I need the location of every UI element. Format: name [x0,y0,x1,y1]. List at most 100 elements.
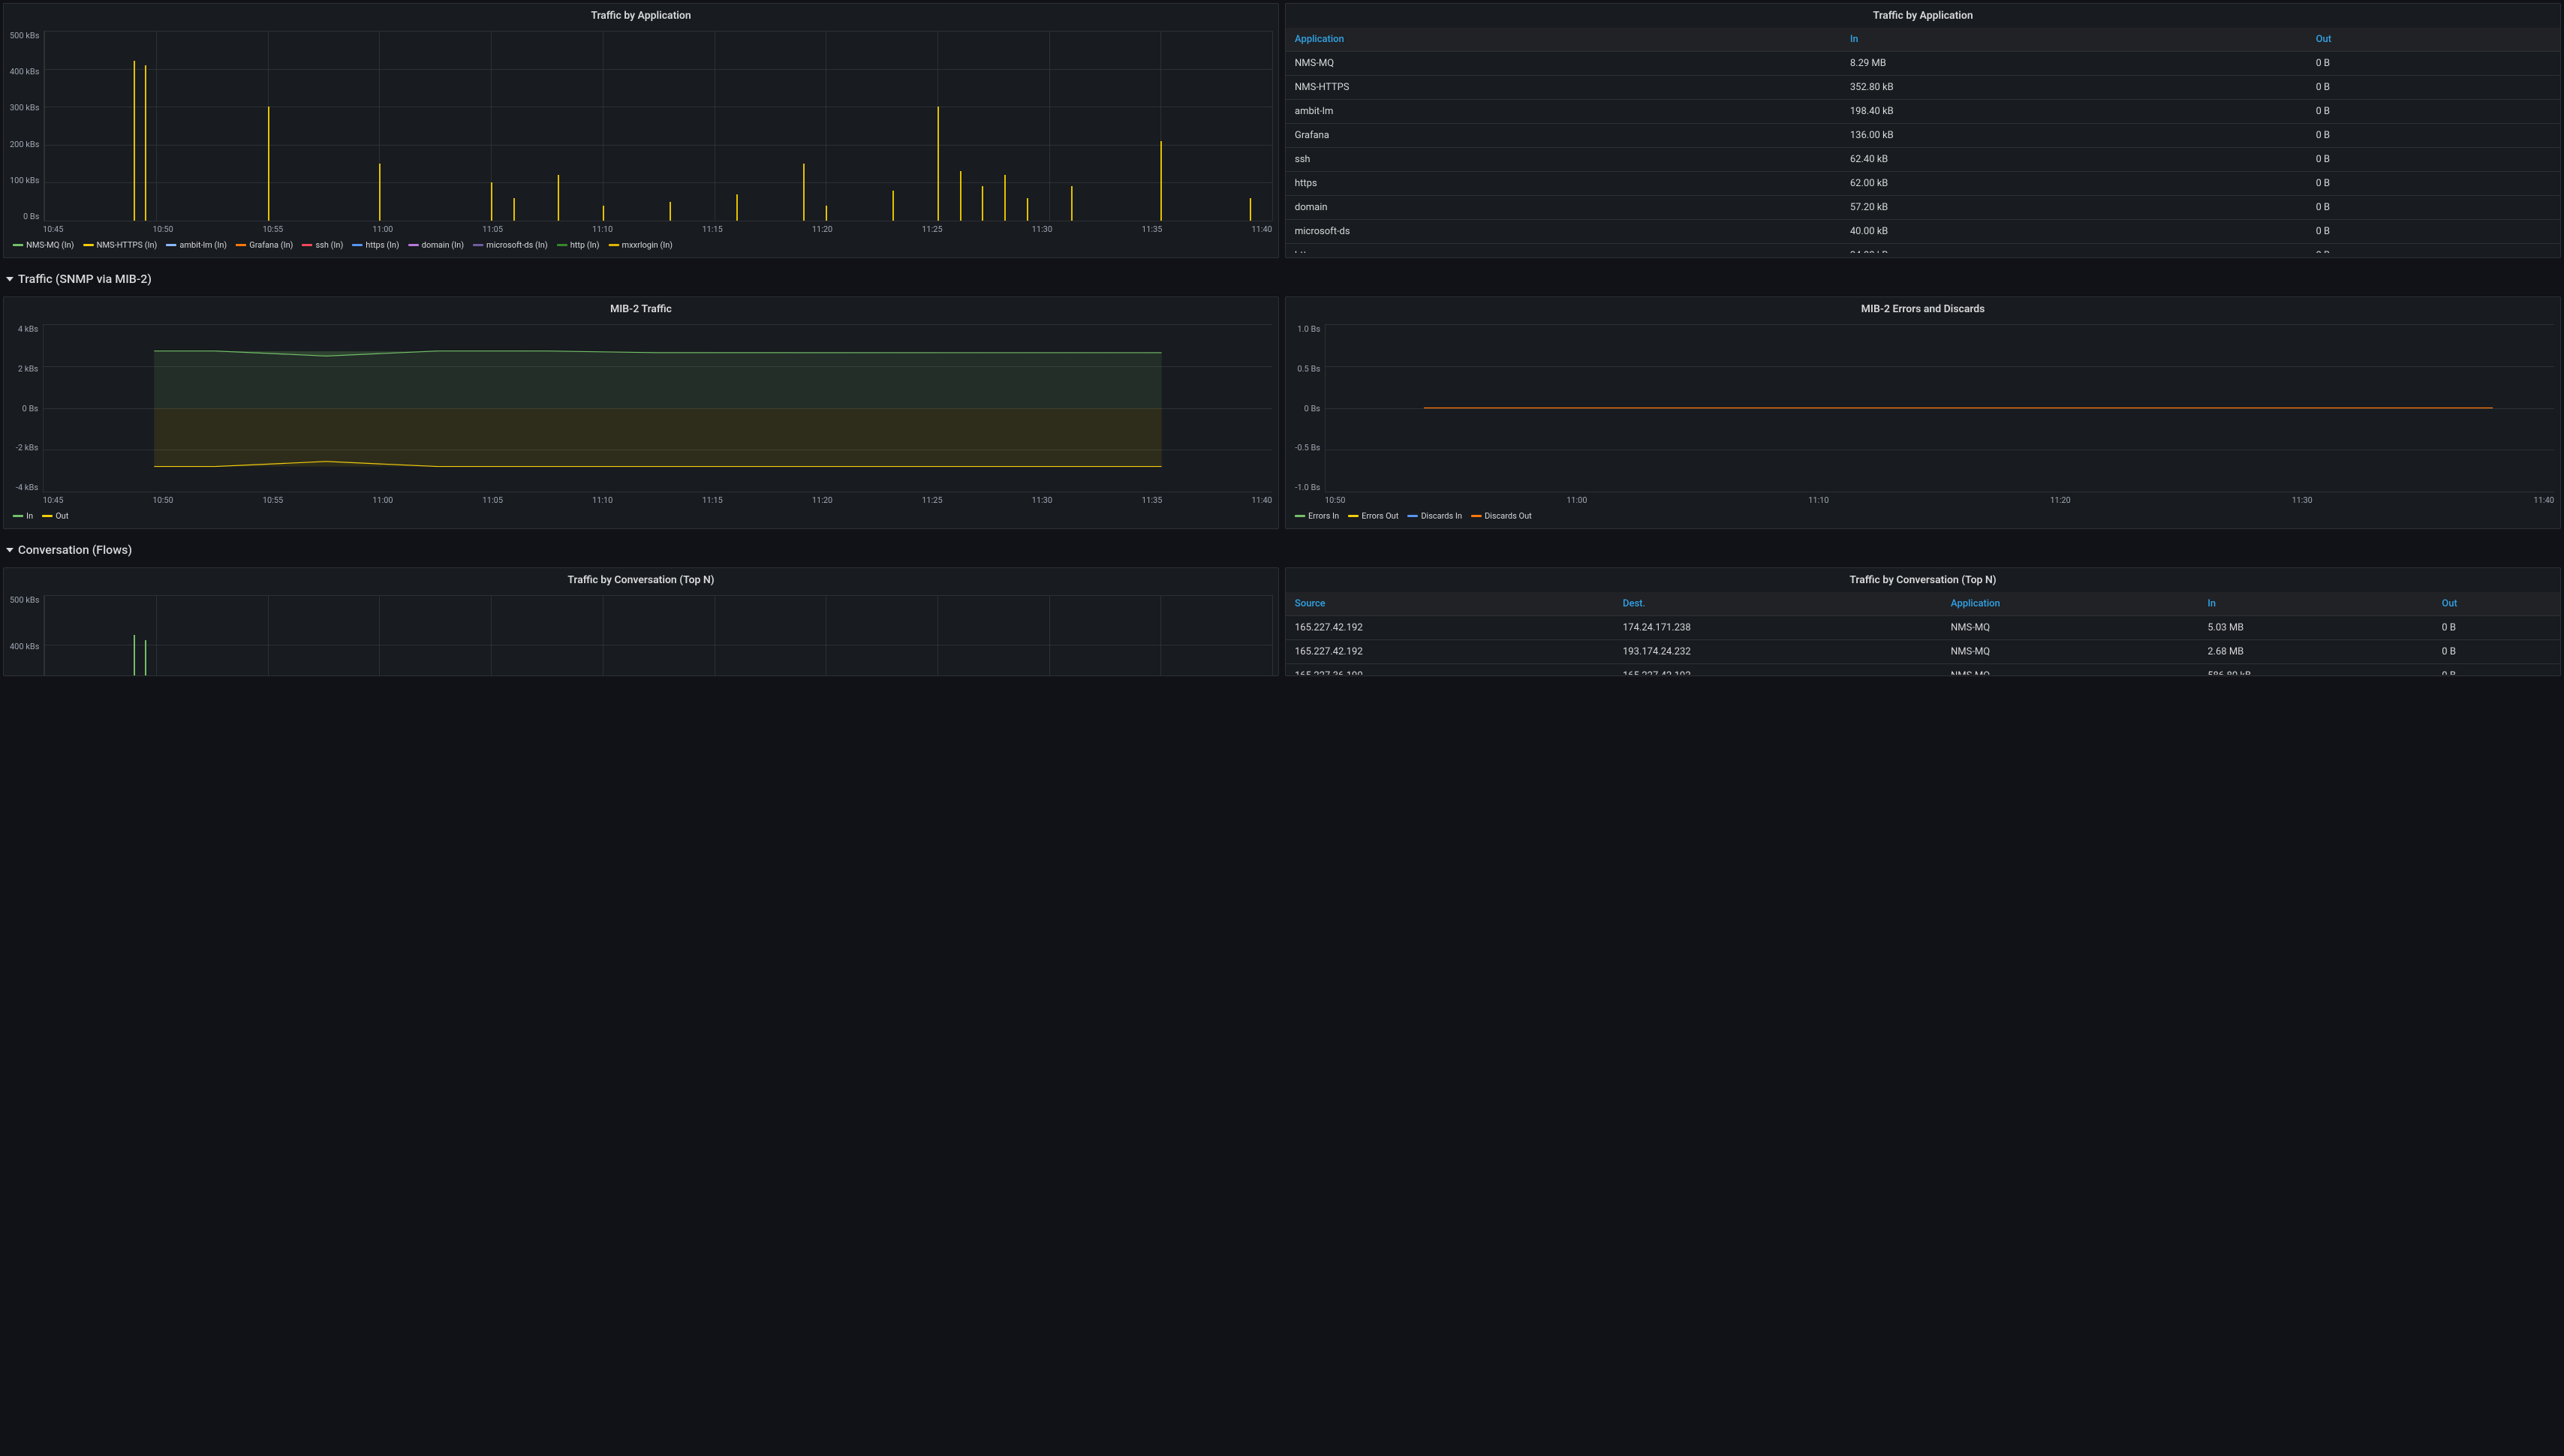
chart-bar [603,206,604,221]
col-in[interactable]: In [1841,28,2307,52]
panel-title: Traffic by Application [4,4,1278,28]
chart-bar [558,175,559,221]
legend-item[interactable]: Discards Out [1471,511,1532,521]
table-row[interactable]: http24.00 kB0 B [1286,244,2560,254]
legend-swatch [352,244,363,246]
chart-bar [937,107,939,221]
col-out[interactable]: Out [2307,28,2560,52]
legend-item[interactable]: https (In) [352,240,399,250]
panel-mib2-traffic[interactable]: MIB-2 Traffic 4 kBs 2 kBs 0 Bs -2 kBs -4… [3,296,1279,529]
panel-title: Traffic by Application [1286,4,2560,28]
col-in[interactable]: In [2198,592,2433,616]
table-row[interactable]: NMS-HTTPS352.80 kB0 B [1286,76,2560,100]
table-row[interactable]: 165.227.42.192193.174.24.232NMS-MQ2.68 M… [1286,640,2560,664]
table-row[interactable]: Grafana136.00 kB0 B [1286,124,2560,148]
legend: In Out [10,505,1272,522]
legend-swatch [1471,515,1482,517]
col-source[interactable]: Source [1286,592,1614,616]
table-row[interactable]: domain57.20 kB0 B [1286,196,2560,220]
legend-item[interactable]: mxxrlogin (In) [609,240,673,250]
chart-bar [1004,175,1006,221]
legend-item[interactable]: http (In) [557,240,600,250]
y-axis: 1.0 Bs 0.5 Bs 0 Bs -0.5 Bs -1.0 Bs [1292,324,1325,492]
chart-bar [670,202,671,221]
col-out[interactable]: Out [2433,592,2560,616]
chart-bar [145,65,146,221]
table-row[interactable]: ambit-lm198.40 kB0 B [1286,100,2560,124]
legend: NMS-MQ (In) NMS-HTTPS (In) ambit-lm (In) Gr… [10,234,1272,251]
chart-bar [960,171,961,221]
chart-bar [1250,198,1251,221]
panel-traffic-by-app-chart[interactable]: Traffic by Application 500 kBs 400 kBs 3… [3,3,1279,258]
legend-item[interactable]: NMS-MQ (In) [13,240,74,250]
chart-bar [736,194,738,221]
legend-swatch [1295,515,1305,517]
chart-area[interactable]: 500 kBs 400 kBs 300 kBs 200 kBs 100 kBs … [10,31,1272,221]
panel-traffic-by-conv-chart[interactable]: Traffic by Conversation (Top N) 500 kBs … [3,567,1279,676]
chart-area[interactable]: 4 kBs 2 kBs 0 Bs -2 kBs -4 kBs [10,324,1272,492]
chart-bar [268,107,269,221]
legend-item[interactable]: domain (In) [408,240,464,250]
panel-title: Traffic by Conversation (Top N) [4,568,1278,592]
legend-swatch [42,515,53,517]
x-axis: 10:5011:0011:1011:2011:3011:40 [1292,492,2554,505]
table-row[interactable]: 165.227.36.190165.227.42.192NMS-MQ586.80… [1286,664,2560,675]
plot-area[interactable] [1325,324,2554,492]
legend-swatch [609,244,619,246]
chart-bar [1160,141,1162,221]
chart-bar [982,186,983,221]
legend-item[interactable]: NMS-HTTPS (In) [83,240,158,250]
chevron-down-icon [6,277,14,281]
chart-bar [379,164,381,221]
panel-traffic-by-app-table: Traffic by Application Application In Ou… [1285,3,2561,258]
y-axis: 4 kBs 2 kBs 0 Bs -2 kBs -4 kBs [10,324,43,492]
plot-area[interactable] [44,31,1272,221]
legend-item[interactable]: microsoft-ds (In) [473,240,548,250]
legend-swatch [13,515,23,517]
legend-swatch [236,244,246,246]
chart-area[interactable]: 500 kBs 400 kBs 300 kBs 200 kBs [10,595,1272,676]
legend-item[interactable]: Grafana (In) [236,240,293,250]
chart-bar [1071,186,1073,221]
col-application[interactable]: Application [1942,592,2198,616]
panel-traffic-by-conv-table: Traffic by Conversation (Top N) Source D… [1285,567,2561,676]
panel-mib2-errors[interactable]: MIB-2 Errors and Discards 1.0 Bs 0.5 Bs … [1285,296,2561,529]
legend-swatch [473,244,483,246]
x-axis: 10:4510:5010:5511:0011:0511:1011:1511:20… [10,221,1272,234]
legend-item[interactable]: Errors Out [1348,511,1398,521]
table-row[interactable]: 165.227.42.192174.24.171.238NMS-MQ5.03 M… [1286,616,2560,640]
plot-area[interactable] [44,595,1272,676]
col-application[interactable]: Application [1286,28,1841,52]
chevron-down-icon [6,548,14,552]
legend-swatch [166,244,176,246]
legend-item[interactable]: Discards In [1407,511,1462,521]
panel-title: MIB-2 Errors and Discards [1286,297,2560,321]
chart-bar [134,61,135,221]
section-traffic-snmp[interactable]: Traffic (SNMP via MIB-2) [3,264,2561,290]
legend-swatch [1348,515,1359,517]
y-axis: 500 kBs 400 kBs 300 kBs 200 kBs 100 kBs … [10,31,44,221]
legend-swatch [408,244,419,246]
chart-bar [1027,198,1028,221]
chart-bar [145,640,146,676]
section-conversation-flows[interactable]: Conversation (Flows) [3,535,2561,561]
table-row[interactable]: NMS-MQ8.29 MB0 B [1286,52,2560,76]
legend-item[interactable]: ambit-lm (In) [166,240,227,250]
legend-item[interactable]: Errors In [1295,511,1339,521]
table-row[interactable]: https62.00 kB0 B [1286,172,2560,196]
table-row[interactable]: microsoft-ds40.00 kB0 B [1286,220,2560,244]
panel-title: Traffic by Conversation (Top N) [1286,568,2560,592]
plot-area[interactable] [43,324,1272,492]
col-dest[interactable]: Dest. [1614,592,1942,616]
legend-swatch [557,244,567,246]
legend-item[interactable]: Out [42,511,68,521]
x-axis: 10:4510:5010:5511:0011:0511:1011:1511:20… [10,492,1272,505]
legend-item[interactable]: In [13,511,33,521]
table-row[interactable]: ssh62.40 kB0 B [1286,148,2560,172]
legend-swatch [13,244,23,246]
chart-area[interactable]: 1.0 Bs 0.5 Bs 0 Bs -0.5 Bs -1.0 Bs [1292,324,2554,492]
y-axis: 500 kBs 400 kBs 300 kBs 200 kBs [10,595,44,676]
chart-bar [513,198,515,221]
chart-bar [134,635,135,676]
legend-item[interactable]: ssh (In) [302,240,343,250]
